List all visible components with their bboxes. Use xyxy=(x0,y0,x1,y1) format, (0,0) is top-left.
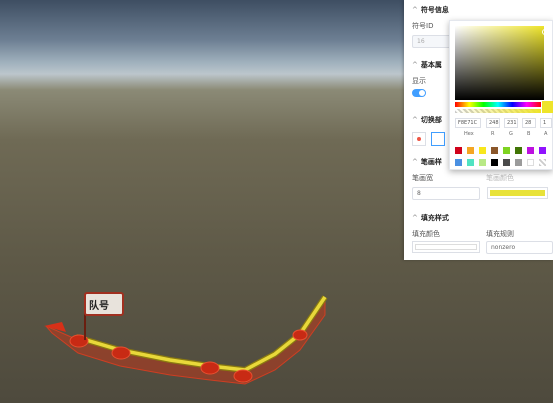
color-swatch[interactable] xyxy=(527,147,534,154)
section-fill-style[interactable]: ^ 填充样式 xyxy=(412,213,449,223)
fill-color-label: 填充颜色 xyxy=(412,230,440,238)
color-swatch[interactable] xyxy=(479,147,486,154)
saturation-value-area[interactable] xyxy=(455,26,548,100)
fill-color-picker-trigger[interactable] xyxy=(412,241,480,253)
section-basic[interactable]: ^ 基本属 xyxy=(412,60,442,70)
section-symbol-info[interactable]: ^ 符号信息 xyxy=(412,5,449,15)
picker-cursor[interactable] xyxy=(542,29,548,35)
collapse-caret-icon: ^ xyxy=(412,61,418,69)
g-label: G xyxy=(509,131,513,137)
a-label: A xyxy=(544,131,548,137)
switch-mode-button-1[interactable] xyxy=(412,132,426,146)
color-swatch[interactable] xyxy=(491,159,498,166)
collapse-caret-icon: ^ xyxy=(412,158,418,166)
color-swatch[interactable] xyxy=(467,159,474,166)
hex-label: Hex xyxy=(464,131,474,137)
b-input[interactable]: 28 xyxy=(522,118,536,128)
b-label: B xyxy=(527,131,531,137)
color-swatch[interactable] xyxy=(491,147,498,154)
color-swatch[interactable] xyxy=(455,147,462,154)
symbol-id-label: 符号ID xyxy=(412,22,434,30)
display-label: 显示 xyxy=(412,77,426,85)
color-swatch[interactable] xyxy=(479,159,486,166)
stroke-width-label: 笔画宽 xyxy=(412,174,433,182)
dot-icon xyxy=(417,137,421,141)
a-input[interactable]: 1 xyxy=(540,118,552,128)
section-pen-style[interactable]: ^ 笔画样 xyxy=(412,157,442,167)
stroke-color-label: 笔画颜色 xyxy=(486,174,514,182)
route-marker xyxy=(111,346,131,360)
color-swatch[interactable] xyxy=(515,147,522,154)
section-switch[interactable]: ^ 切换部 xyxy=(412,115,442,125)
color-swatch[interactable] xyxy=(515,159,522,166)
fill-rule-select[interactable]: nonzero xyxy=(486,241,553,254)
color-swatch[interactable] xyxy=(467,147,474,154)
color-picker-popover: F8E71C 248 231 28 1 Hex R G B A xyxy=(449,20,553,170)
color-swatch[interactable] xyxy=(455,159,462,166)
switch-mode-button-2[interactable] xyxy=(431,132,445,146)
collapse-caret-icon: ^ xyxy=(412,214,418,222)
r-input[interactable]: 248 xyxy=(486,118,500,128)
color-swatch[interactable] xyxy=(503,147,510,154)
alpha-slider[interactable] xyxy=(455,109,541,113)
stroke-color-picker-trigger[interactable] xyxy=(487,187,548,199)
color-swatch[interactable] xyxy=(527,159,534,166)
r-label: R xyxy=(491,131,495,137)
color-preview xyxy=(542,101,553,113)
fill-rule-label: 填充规则 xyxy=(486,230,514,238)
stroke-width-input[interactable]: 8 xyxy=(412,187,480,200)
color-swatch[interactable] xyxy=(503,159,510,166)
symbol-id-field: 16 xyxy=(412,35,452,48)
route-marker xyxy=(233,369,253,383)
hue-slider[interactable] xyxy=(455,102,541,107)
collapse-caret-icon: ^ xyxy=(412,116,418,124)
display-toggle[interactable] xyxy=(412,89,426,97)
hex-input[interactable]: F8E71C xyxy=(455,118,481,128)
collapse-caret-icon: ^ xyxy=(412,6,418,14)
color-swatch[interactable] xyxy=(539,147,546,154)
g-input[interactable]: 231 xyxy=(504,118,518,128)
route-marker xyxy=(292,329,308,341)
color-swatch[interactable] xyxy=(539,159,546,166)
flag-text: 队号 xyxy=(89,301,109,312)
route-marker xyxy=(200,361,220,375)
